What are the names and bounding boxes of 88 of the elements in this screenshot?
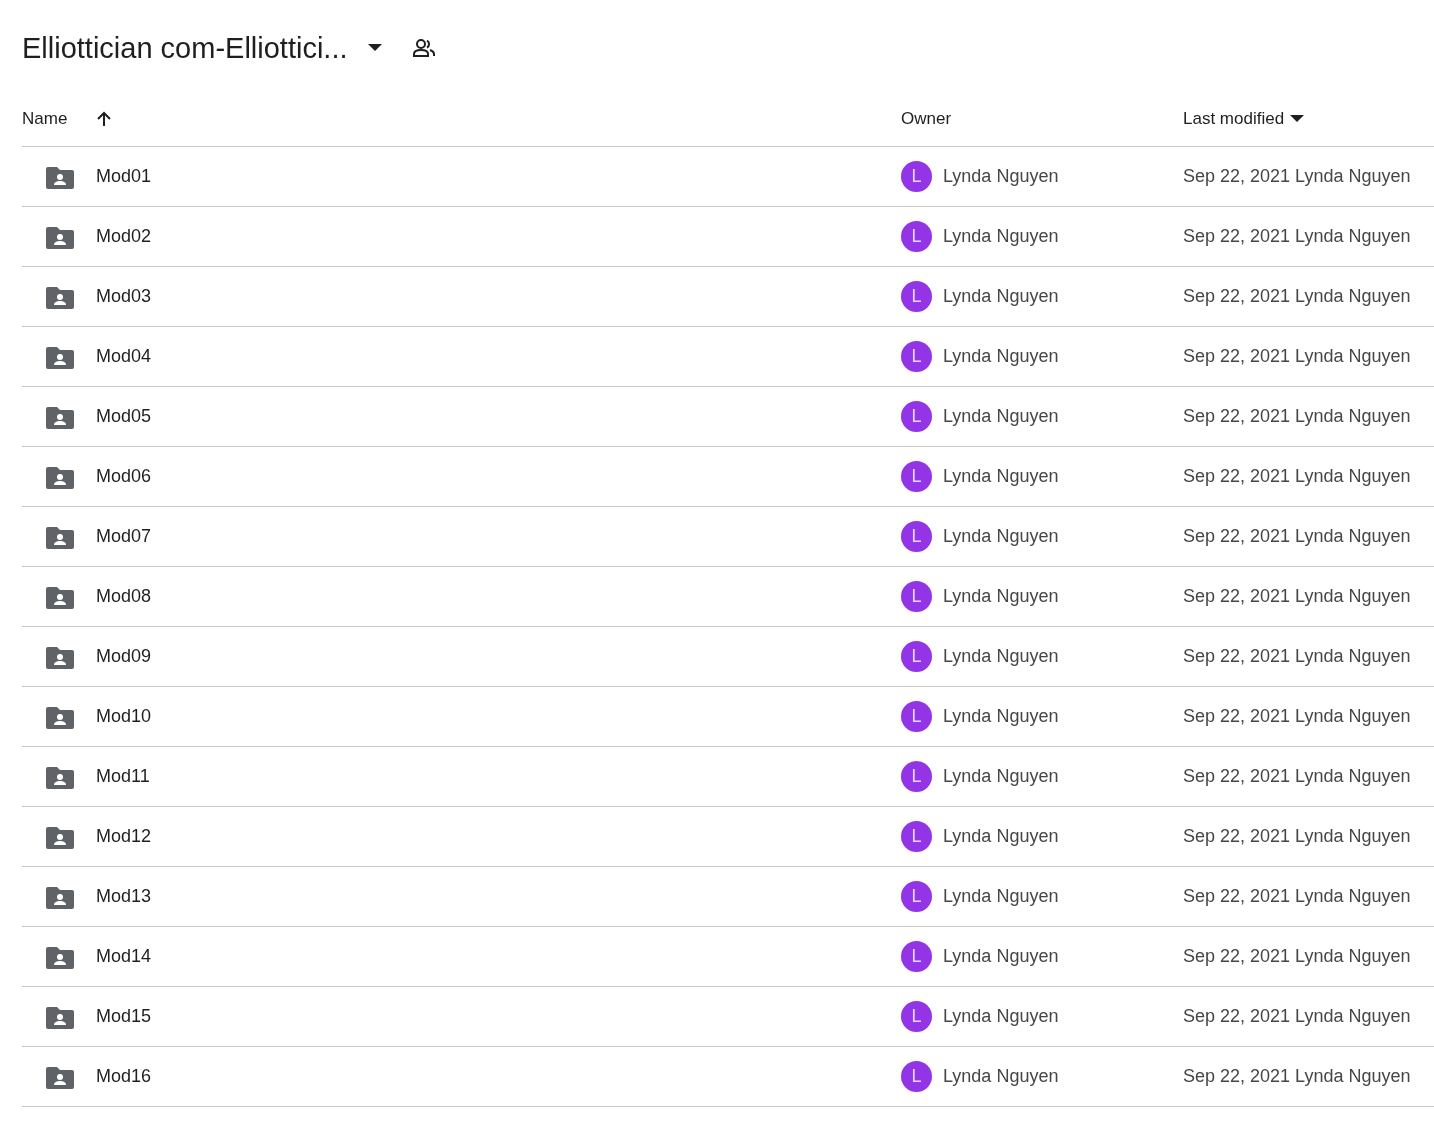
avatar: L <box>901 881 932 912</box>
owner-name: Lynda Nguyen <box>943 526 1059 547</box>
last-modified: Sep 22, 2021 Lynda Nguyen <box>1183 406 1412 427</box>
last-modified: Sep 22, 2021 Lynda Nguyen <box>1183 166 1412 187</box>
avatar: L <box>901 761 932 792</box>
owner-name: Lynda Nguyen <box>943 466 1059 487</box>
shared-folder-icon <box>46 404 74 429</box>
last-modified: Sep 22, 2021 Lynda Nguyen <box>1183 586 1412 607</box>
file-name[interactable]: Mod03 <box>96 286 152 307</box>
last-modified: Sep 22, 2021 Lynda Nguyen <box>1183 526 1412 547</box>
avatar: L <box>901 341 932 372</box>
owner-name: Lynda Nguyen <box>943 706 1059 727</box>
file-name[interactable]: Mod08 <box>96 586 152 607</box>
avatar: L <box>901 521 932 552</box>
file-name[interactable]: Mod10 <box>96 706 152 727</box>
last-modified: Sep 22, 2021 Lynda Nguyen <box>1183 946 1412 967</box>
shared-folder-icon <box>46 644 74 669</box>
last-modified: Sep 22, 2021 Lynda Nguyen <box>1183 346 1412 367</box>
column-header: Last modified <box>1183 109 1285 129</box>
avatar: L <box>901 1001 932 1032</box>
caret-icon <box>367 44 382 52</box>
owner-name: Lynda Nguyen <box>943 766 1059 787</box>
avatar: L <box>901 581 932 612</box>
owner-name: Lynda Nguyen <box>943 946 1059 967</box>
owner-name: Lynda Nguyen <box>943 406 1059 427</box>
file-name[interactable]: Mod14 <box>96 946 152 967</box>
file-name[interactable]: Mod13 <box>96 886 152 907</box>
file-name[interactable]: Mod09 <box>96 646 152 667</box>
avatar: L <box>901 941 932 972</box>
owner-name: Lynda Nguyen <box>943 1066 1059 1087</box>
shared-folder-icon <box>46 884 74 909</box>
column-header: Name <box>22 109 68 129</box>
shared-folder-icon <box>46 224 74 249</box>
owner-name: Lynda Nguyen <box>943 166 1059 187</box>
avatar: L <box>901 641 932 672</box>
shared-folder-icon <box>46 1064 74 1089</box>
people-icon <box>411 38 436 58</box>
avatar: L <box>901 821 932 852</box>
avatar: L <box>901 1061 932 1092</box>
shared-folder-icon <box>46 584 74 609</box>
caret-icon <box>1290 115 1305 123</box>
owner-name: Lynda Nguyen <box>943 226 1059 247</box>
shared-folder-icon <box>46 164 74 189</box>
shared-folder-icon <box>46 764 74 789</box>
owner-name: Lynda Nguyen <box>943 646 1059 667</box>
folder-title: Elliottician com-Elliottici... <box>22 31 348 65</box>
file-name[interactable]: Mod02 <box>96 226 152 247</box>
file-name[interactable]: Mod04 <box>96 346 152 367</box>
shared-folder-icon <box>46 524 74 549</box>
owner-name: Lynda Nguyen <box>943 826 1059 847</box>
file-name[interactable]: Mod11 <box>96 766 150 787</box>
file-name[interactable]: Mod15 <box>96 1006 152 1027</box>
shared-folder-icon <box>46 344 74 369</box>
file-name[interactable]: Mod06 <box>96 466 152 487</box>
owner-name: Lynda Nguyen <box>943 346 1059 367</box>
file-name[interactable]: Mod07 <box>96 526 152 547</box>
last-modified: Sep 22, 2021 Lynda Nguyen <box>1183 466 1412 487</box>
shared-folder-icon <box>46 1004 74 1029</box>
avatar: L <box>901 221 932 252</box>
avatar: L <box>901 461 932 492</box>
avatar: L <box>901 281 932 312</box>
last-modified: Sep 22, 2021 Lynda Nguyen <box>1183 1066 1412 1087</box>
last-modified: Sep 22, 2021 Lynda Nguyen <box>1183 646 1412 667</box>
last-modified: Sep 22, 2021 Lynda Nguyen <box>1183 286 1412 307</box>
last-modified: Sep 22, 2021 Lynda Nguyen <box>1183 826 1412 847</box>
last-modified: Sep 22, 2021 Lynda Nguyen <box>1183 1006 1412 1027</box>
last-modified: Sep 22, 2021 Lynda Nguyen <box>1183 886 1412 907</box>
shared-folder-icon <box>46 704 74 729</box>
shared-folder-icon <box>46 944 74 969</box>
file-name[interactable]: Mod05 <box>96 406 152 427</box>
avatar: L <box>901 401 932 432</box>
shared-folder-icon <box>46 284 74 309</box>
owner-name: Lynda Nguyen <box>943 286 1059 307</box>
owner-name: Lynda Nguyen <box>943 886 1059 907</box>
owner-name: Lynda Nguyen <box>943 1006 1059 1027</box>
avatar: L <box>901 701 932 732</box>
avatar: L <box>901 161 932 192</box>
file-name[interactable]: Mod12 <box>96 826 152 847</box>
last-modified: Sep 22, 2021 Lynda Nguyen <box>1183 766 1412 787</box>
last-modified: Sep 22, 2021 Lynda Nguyen <box>1183 226 1412 247</box>
shared-folder-icon <box>46 464 74 489</box>
file-name[interactable]: Mod01 <box>96 166 152 187</box>
file-name[interactable]: Mod16 <box>96 1066 152 1087</box>
owner-name: Lynda Nguyen <box>943 586 1059 607</box>
column-header: Owner <box>901 109 952 129</box>
last-modified: Sep 22, 2021 Lynda Nguyen <box>1183 706 1412 727</box>
shared-folder-icon <box>46 824 74 849</box>
sort-menu-button[interactable] <box>1290 115 1305 123</box>
